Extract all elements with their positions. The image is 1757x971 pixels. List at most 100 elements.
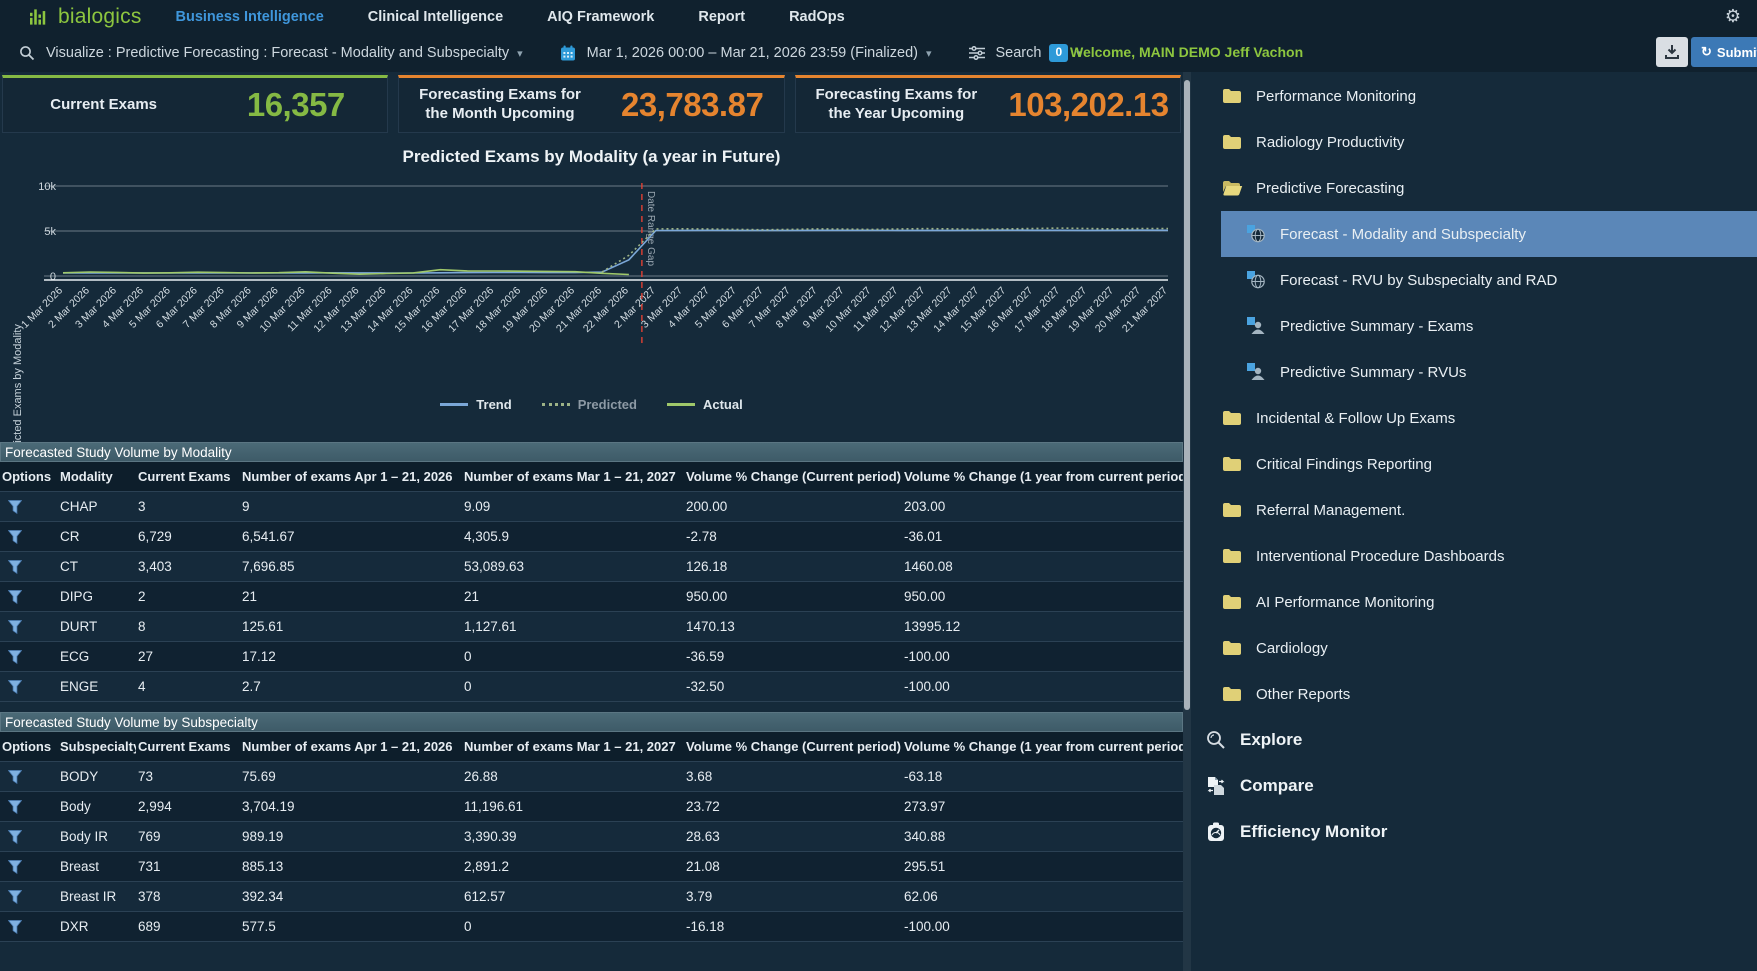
sidebar-item-interventional-procedure-dashboards[interactable]: Interventional Procedure Dashboards <box>1191 533 1757 579</box>
table-cell: 203.00 <box>902 499 1183 514</box>
filter-icon[interactable] <box>8 650 22 664</box>
filter-icon[interactable] <box>8 560 22 574</box>
filter-icon[interactable] <box>8 800 22 814</box>
table-cell: 23.72 <box>684 799 902 814</box>
table-cell: 4 <box>136 679 240 694</box>
sidebar-item-predictive-forecasting[interactable]: Predictive Forecasting <box>1191 165 1757 211</box>
column-header-current-exams: Current Exams <box>136 469 240 484</box>
table-cell: -63.18 <box>902 769 1183 784</box>
main-menu: Business Intelligence Clinical Intelligen… <box>176 9 889 25</box>
folder-icon <box>1221 88 1243 104</box>
sidebar-item-ai-performance-monitoring[interactable]: AI Performance Monitoring <box>1191 579 1757 625</box>
table-row: BODY7375.6926.883.68-63.18 <box>0 762 1183 792</box>
scrollbar-thumb[interactable] <box>1184 80 1190 710</box>
options-cell <box>0 770 58 784</box>
nav-item-business-intelligence[interactable]: Business Intelligence <box>176 9 324 25</box>
filter-icon[interactable] <box>8 830 22 844</box>
table-header-row: OptionsModalityCurrent ExamsNumber of ex… <box>0 462 1183 492</box>
filter-icon[interactable] <box>8 530 22 544</box>
options-cell <box>0 590 58 604</box>
date-range-text: Mar 1, 2026 00:00 – Mar 21, 2026 23:59 (… <box>587 45 918 61</box>
visualize-dropdown[interactable]: Visualize : Predictive Forecasting : For… <box>16 45 523 61</box>
legend-item-actual[interactable]: Actual <box>667 397 743 412</box>
kpi-label-text: Current Exams <box>50 96 157 115</box>
column-header-modality: Modality <box>58 469 136 484</box>
table-cell: 8 <box>136 619 240 634</box>
table-cell: 273.97 <box>902 799 1183 814</box>
nav-item-aiq-framework[interactable]: AIQ Framework <box>547 9 654 25</box>
folder-icon <box>1221 134 1243 150</box>
nav-item-clinical-intelligence[interactable]: Clinical Intelligence <box>368 9 503 25</box>
column-header-current-exams: Current Exams <box>136 739 240 754</box>
nav-item-report[interactable]: Report <box>698 9 745 25</box>
table-cell: 885.13 <box>240 859 462 874</box>
sidebar-item-label: Interventional Procedure Dashboards <box>1256 548 1504 565</box>
column-header-volume-change-current-period: Volume % Change (Current period) <box>684 469 902 484</box>
sidebar-item-predictive-summary-rvus[interactable]: Predictive Summary - RVUs <box>1221 349 1757 395</box>
table-cell: 28.63 <box>684 829 902 844</box>
options-cell <box>0 500 58 514</box>
sidebar-item-predictive-summary-exams[interactable]: Predictive Summary - Exams <box>1221 303 1757 349</box>
sidebar-item-critical-findings-reporting[interactable]: Critical Findings Reporting <box>1191 441 1757 487</box>
date-range-dropdown[interactable]: Mar 1, 2026 00:00 – Mar 21, 2026 23:59 (… <box>557 45 932 62</box>
visualize-path: Visualize : Predictive Forecasting : For… <box>46 45 509 61</box>
sidebar-item-forecast-modality-and-subspecialty[interactable]: Forecast - Modality and Subspecialty <box>1221 211 1757 257</box>
filter-icon[interactable] <box>8 920 22 934</box>
sidebar-item-label: Forecast - RVU by Subspecialty and RAD <box>1280 272 1557 289</box>
table-row: DXR689577.50-16.18-100.00 <box>0 912 1183 942</box>
table-cell: 2.7 <box>240 679 462 694</box>
table-cell: -100.00 <box>902 649 1183 664</box>
table-cell: 27 <box>136 649 240 664</box>
legend-swatch <box>667 403 695 406</box>
gear-icon[interactable]: ⚙ <box>1725 7 1741 25</box>
table-cell: 612.57 <box>462 889 684 904</box>
table-cell: Breast <box>58 859 136 874</box>
submit-label: Submit <box>1717 45 1757 60</box>
legend-label: Trend <box>476 397 511 412</box>
sidebar-item-incidental-follow-up-exams[interactable]: Incidental & Follow Up Exams <box>1191 395 1757 441</box>
sidebar-item-performance-monitoring[interactable]: Performance Monitoring <box>1191 73 1757 119</box>
filter-icon[interactable] <box>8 770 22 784</box>
sidebar-item-other-reports[interactable]: Other Reports <box>1191 671 1757 717</box>
main-content: Current Exams16,357Forecasting Exams for… <box>0 72 1183 971</box>
table-cell: 200.00 <box>684 499 902 514</box>
sidebar-item-efficiency-monitor[interactable]: Efficiency Monitor <box>1191 809 1757 855</box>
table-cell: DXR <box>58 919 136 934</box>
sidebar-item-explore[interactable]: Explore <box>1191 717 1757 763</box>
table-cell: 689 <box>136 919 240 934</box>
chart-title: Predicted Exams by Modality (a year in F… <box>0 147 1183 167</box>
table-cell: DIPG <box>58 589 136 604</box>
table-cell: 950.00 <box>902 589 1183 604</box>
sidebar-item-radiology-productivity[interactable]: Radiology Productivity <box>1191 119 1757 165</box>
legend-item-predicted[interactable]: Predicted <box>542 397 637 412</box>
legend-item-trend[interactable]: Trend <box>440 397 511 412</box>
search-filter-dropdown[interactable]: Search 0 ▾ <box>966 44 1082 61</box>
table-cell: 75.69 <box>240 769 462 784</box>
table-cell: 3,403 <box>136 559 240 574</box>
table-cell: 11,196.61 <box>462 799 684 814</box>
sidebar-item-cardiology[interactable]: Cardiology <box>1191 625 1757 671</box>
filter-icon[interactable] <box>8 890 22 904</box>
refresh-icon: ↻ <box>1701 44 1712 60</box>
options-cell <box>0 620 58 634</box>
download-button[interactable] <box>1656 37 1688 67</box>
search-icon <box>16 45 38 61</box>
nav-item-radops[interactable]: RadOps <box>789 9 845 25</box>
options-cell <box>0 920 58 934</box>
sidebar-item-compare[interactable]: Compare <box>1191 763 1757 809</box>
table-row: Breast731885.132,891.221.08295.51 <box>0 852 1183 882</box>
filter-icon[interactable] <box>8 680 22 694</box>
kpi-label: Forecasting Exams for the Year Upcoming <box>796 86 997 124</box>
filter-icon[interactable] <box>8 860 22 874</box>
table-cell: 73 <box>136 769 240 784</box>
y-axis-tick: 5k <box>44 226 56 238</box>
folder-icon <box>1221 594 1243 610</box>
sidebar-item-forecast-rvu-by-subspecialty-and-rad[interactable]: Forecast - RVU by Subspecialty and RAD <box>1221 257 1757 303</box>
submit-button[interactable]: ↻ Submit <box>1691 37 1757 67</box>
filter-icon[interactable] <box>8 500 22 514</box>
filter-icon[interactable] <box>8 590 22 604</box>
sidebar-item-referral-management[interactable]: Referral Management. <box>1191 487 1757 533</box>
search-label: Search <box>996 45 1042 61</box>
filter-icon[interactable] <box>8 620 22 634</box>
bialogics-logo[interactable]: bialogics <box>30 5 142 29</box>
